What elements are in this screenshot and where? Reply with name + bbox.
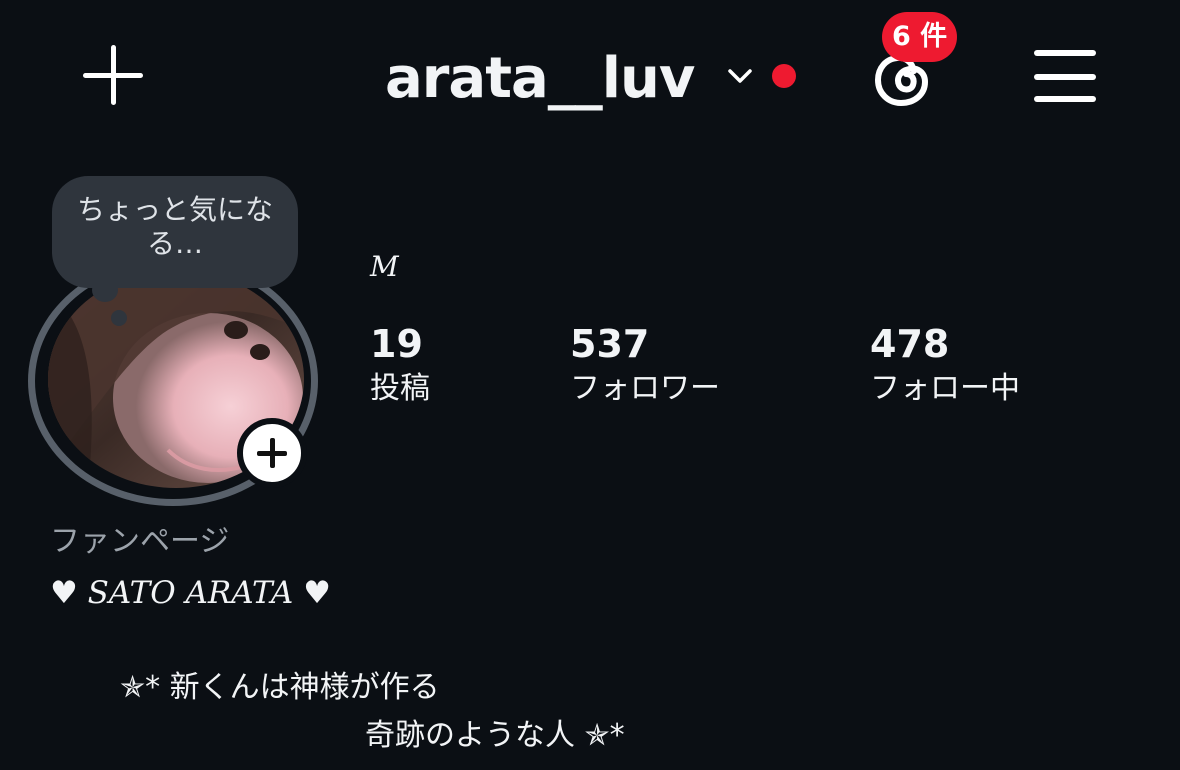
unread-dot — [772, 64, 796, 88]
display-name: M — [370, 250, 399, 283]
stat-posts[interactable]: 19 投稿 — [370, 320, 430, 410]
following-label: フォロー中 — [870, 371, 1020, 406]
stat-followers[interactable]: 537 フォロワー — [570, 320, 720, 410]
menu-line — [1034, 50, 1096, 56]
posts-count: 19 — [370, 322, 423, 366]
bio-name: ♥ SATO ARATA ♥ — [50, 575, 331, 611]
notification-badge: 6 件 — [882, 12, 958, 62]
note-tail-small — [111, 310, 127, 326]
chevron-down-icon[interactable] — [726, 62, 754, 90]
profile-category: ファンページ — [50, 524, 230, 559]
posts-label: 投稿 — [370, 371, 430, 406]
hamburger-menu-icon[interactable] — [1034, 50, 1098, 104]
note-text: ちょっと気になる… — [76, 193, 273, 260]
create-plus-icon[interactable] — [80, 42, 146, 108]
followers-label: フォロワー — [570, 371, 720, 406]
username-switcher[interactable]: arata__luv — [385, 44, 695, 114]
menu-line — [1034, 74, 1096, 80]
following-count: 478 — [870, 322, 950, 366]
bio-line-1: ✯* 新くんは神様が作る — [120, 670, 440, 705]
add-story-icon[interactable] — [237, 418, 307, 488]
followers-count: 537 — [570, 322, 650, 366]
stat-following[interactable]: 478 フォロー中 — [870, 320, 1020, 410]
menu-line — [1034, 96, 1096, 102]
bio-line-2: 奇跡のような人 ✯* — [365, 718, 625, 753]
